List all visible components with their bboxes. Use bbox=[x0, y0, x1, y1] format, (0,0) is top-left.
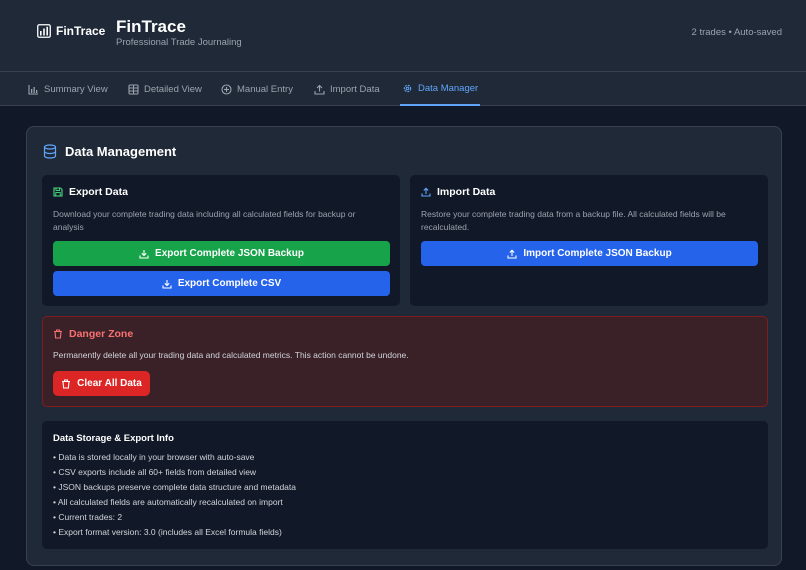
info-item: • Export format version: 3.0 (includes a… bbox=[53, 527, 282, 537]
app-title: FinTrace bbox=[116, 17, 186, 36]
panel-title: Data Management bbox=[43, 144, 176, 159]
danger-description: Permanently delete all your trading data… bbox=[53, 350, 409, 360]
export-card: Export Data Download your complete tradi… bbox=[42, 175, 400, 306]
trash-icon bbox=[54, 329, 62, 339]
export-json-label: Export Complete JSON Backup bbox=[155, 248, 304, 259]
import-title: Import Data bbox=[421, 186, 495, 198]
upload-icon bbox=[314, 84, 325, 95]
info-title: Data Storage & Export Info bbox=[53, 433, 174, 444]
info-item: • Data is stored locally in your browser… bbox=[53, 452, 255, 462]
export-title: Export Data bbox=[53, 186, 128, 198]
download-icon bbox=[162, 279, 172, 289]
tab-data-manager[interactable]: Data Manager bbox=[400, 72, 481, 106]
database-icon bbox=[43, 144, 57, 159]
clear-all-data-label: Clear All Data bbox=[77, 378, 142, 389]
plus-circle-icon bbox=[221, 83, 232, 95]
danger-zone: Danger Zone Permanently delete all your … bbox=[42, 316, 768, 407]
tab-label: Detailed View bbox=[144, 83, 202, 95]
tab-summary-view[interactable]: Summary View bbox=[28, 72, 108, 106]
table-icon bbox=[128, 83, 139, 95]
import-card: Import Data Restore your complete tradin… bbox=[410, 175, 768, 306]
download-icon bbox=[139, 249, 149, 259]
gear-icon bbox=[403, 84, 412, 92]
import-json-label: Import Complete JSON Backup bbox=[523, 248, 672, 259]
app-header: FinTrace FinTrace Professional Trade Jou… bbox=[0, 0, 806, 72]
tab-manual-entry[interactable]: Manual Entry bbox=[221, 72, 293, 106]
export-csv-label: Export Complete CSV bbox=[177, 278, 282, 289]
logo-text: FinTrace bbox=[56, 24, 106, 38]
app-subtitle: Professional Trade Journaling bbox=[116, 37, 242, 48]
info-item: • CSV exports include all 60+ fields fro… bbox=[53, 467, 257, 477]
trash-icon bbox=[62, 378, 71, 389]
info-item: • All calculated fields are automaticall… bbox=[53, 497, 283, 507]
tab-label: Import Data bbox=[330, 83, 380, 95]
info-list: • Data is stored locally in your browser… bbox=[53, 450, 296, 540]
save-icon bbox=[53, 187, 63, 197]
tab-label: Data Manager bbox=[418, 82, 479, 94]
tab-label: Manual Entry bbox=[237, 83, 293, 95]
danger-title-text: Danger Zone bbox=[69, 328, 134, 340]
data-management-panel: Data Management Export Data Download you… bbox=[26, 126, 782, 566]
tab-bar: Summary View Detailed View Manual Entry … bbox=[0, 72, 806, 106]
save-status: 2 trades • Auto-saved bbox=[691, 27, 782, 38]
import-description: Restore your complete trading data from … bbox=[421, 209, 726, 232]
tab-detailed-view[interactable]: Detailed View bbox=[128, 72, 202, 106]
storage-info-card: Data Storage & Export Info • Data is sto… bbox=[42, 421, 768, 549]
panel-title-text: Data Management bbox=[65, 144, 177, 159]
info-item: • JSON backups preserve complete data st… bbox=[53, 482, 296, 492]
logo: FinTrace bbox=[37, 22, 105, 40]
tab-label: Summary View bbox=[44, 83, 108, 95]
upload-icon bbox=[421, 187, 431, 197]
tab-import-data[interactable]: Import Data bbox=[314, 72, 380, 106]
info-item: • Current trades: 2 bbox=[53, 512, 123, 522]
clear-all-data-button[interactable]: Clear All Data bbox=[53, 371, 150, 396]
import-json-button[interactable]: Import Complete JSON Backup bbox=[421, 241, 758, 266]
export-description: Download your complete trading data incl… bbox=[53, 209, 356, 232]
bar-chart-icon bbox=[28, 84, 38, 95]
export-csv-button[interactable]: Export Complete CSV bbox=[53, 271, 390, 296]
export-title-text: Export Data bbox=[69, 186, 128, 198]
danger-title: Danger Zone bbox=[53, 328, 133, 340]
export-json-button[interactable]: Export Complete JSON Backup bbox=[53, 241, 390, 266]
import-title-text: Import Data bbox=[437, 186, 496, 198]
upload-icon bbox=[507, 249, 517, 259]
chart-logo-icon bbox=[37, 24, 51, 38]
